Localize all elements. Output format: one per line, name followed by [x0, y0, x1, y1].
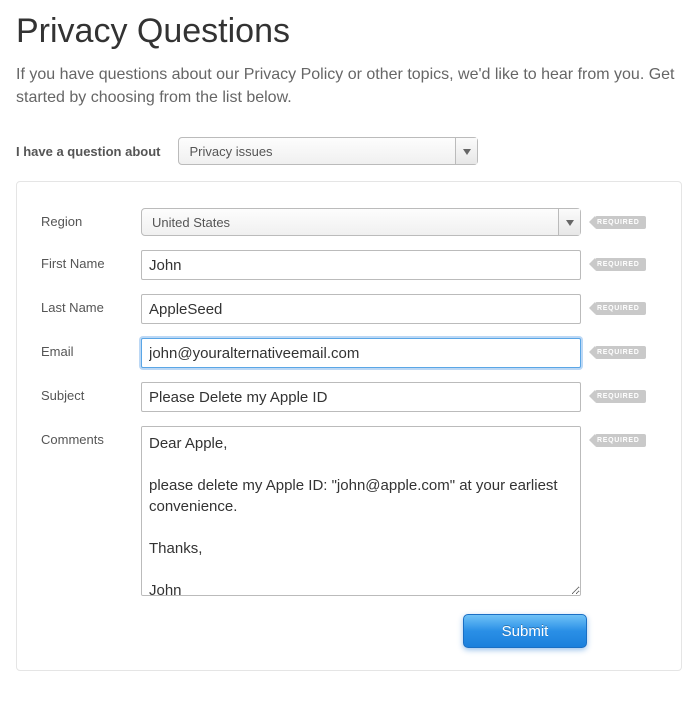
page-title: Privacy Questions — [16, 12, 682, 51]
chevron-down-icon — [566, 213, 574, 231]
topic-label: I have a question about — [16, 144, 160, 159]
region-select-arrow[interactable] — [558, 209, 580, 235]
form-card: Region United States REQUIRED First Name… — [16, 181, 682, 671]
first-name-input[interactable] — [141, 250, 581, 280]
region-select-value[interactable]: United States — [142, 209, 558, 235]
comments-label: Comments — [41, 426, 141, 447]
required-badge: REQUIRED — [595, 216, 646, 229]
required-badge: REQUIRED — [595, 434, 646, 447]
required-badge: REQUIRED — [595, 346, 646, 359]
last-name-label: Last Name — [41, 294, 141, 315]
region-select[interactable]: United States — [141, 208, 581, 236]
email-input[interactable] — [141, 338, 581, 368]
first-name-label: First Name — [41, 250, 141, 271]
topic-select-value[interactable]: Privacy issues — [179, 138, 455, 164]
chevron-down-icon — [463, 142, 471, 160]
topic-select-arrow[interactable] — [455, 138, 477, 164]
subject-input[interactable] — [141, 382, 581, 412]
comments-textarea[interactable] — [141, 426, 581, 596]
submit-button[interactable]: Submit — [463, 614, 587, 648]
required-badge: REQUIRED — [595, 302, 646, 315]
last-name-input[interactable] — [141, 294, 581, 324]
topic-select[interactable]: Privacy issues — [178, 137, 478, 165]
region-label: Region — [41, 208, 141, 229]
page-intro: If you have questions about our Privacy … — [16, 63, 682, 109]
required-badge: REQUIRED — [595, 390, 646, 403]
subject-label: Subject — [41, 382, 141, 403]
required-badge: REQUIRED — [595, 258, 646, 271]
email-label: Email — [41, 338, 141, 359]
